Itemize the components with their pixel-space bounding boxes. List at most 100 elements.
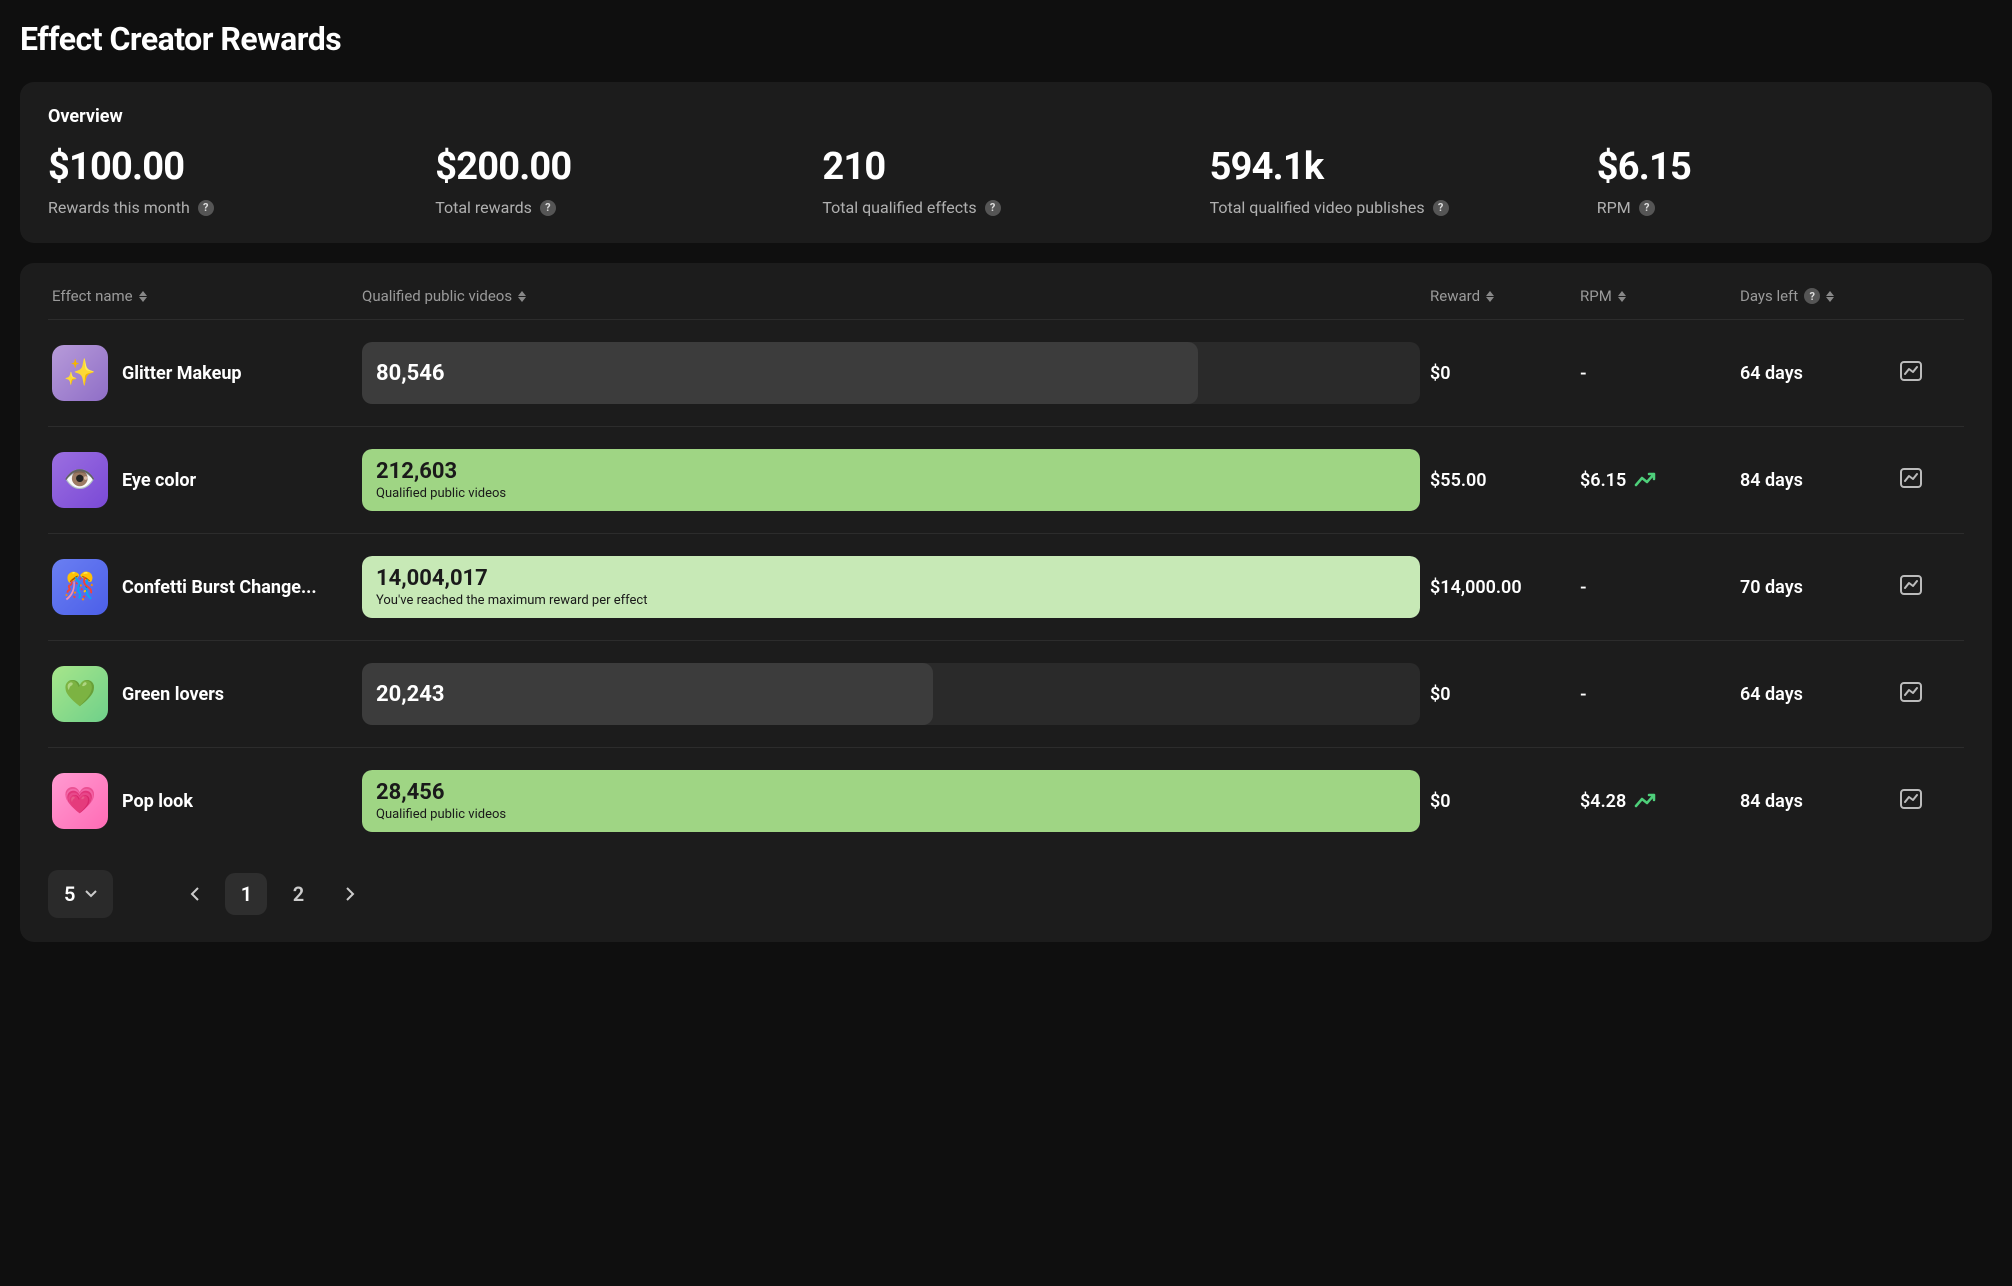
overview-stat: $6.15 RPM ? xyxy=(1597,145,1964,219)
effect-thumbnail: 💚 xyxy=(52,666,108,722)
table-row: 🎊 Confetti Burst Change... 14,004,017 Yo… xyxy=(48,534,1964,641)
stat-value: 210 xyxy=(822,145,1189,189)
help-icon[interactable]: ? xyxy=(1804,288,1820,304)
page-title: Effect Creator Rewards xyxy=(20,20,1992,58)
prev-page-button[interactable] xyxy=(173,873,215,915)
analytics-button[interactable] xyxy=(1900,361,1960,385)
effect-thumbnail: 💗 xyxy=(52,773,108,829)
chevron-left-icon xyxy=(190,887,199,901)
chart-icon xyxy=(1900,682,1922,702)
reward-value: $0 xyxy=(1430,684,1570,705)
table-row: ✨ Glitter Makeup 80,546 $0 - 64 days xyxy=(48,320,1964,427)
table-header: Effect name Qualified public videos Rewa… xyxy=(48,287,1964,320)
analytics-button[interactable] xyxy=(1900,468,1960,492)
videos-value: 14,004,017 xyxy=(376,566,1406,591)
effect-cell: ✨ Glitter Makeup xyxy=(52,345,352,401)
chart-icon xyxy=(1900,361,1922,381)
overview-stat: 594.1k Total qualified video publishes ? xyxy=(1210,145,1577,219)
sort-icon xyxy=(1826,291,1834,302)
next-page-button[interactable] xyxy=(329,873,371,915)
analytics-button[interactable] xyxy=(1900,789,1960,813)
page-size-value: 5 xyxy=(64,882,75,906)
rpm-value: $6.15 xyxy=(1580,470,1730,491)
page-number-button[interactable]: 1 xyxy=(225,873,267,915)
effects-table-card: Effect name Qualified public videos Rewa… xyxy=(20,263,1992,942)
videos-progress: 14,004,017 You've reached the maximum re… xyxy=(362,556,1420,618)
effect-name: Confetti Burst Change... xyxy=(122,577,317,598)
reward-value: $14,000.00 xyxy=(1430,577,1570,598)
effect-cell: 💚 Green lovers xyxy=(52,666,352,722)
effect-name: Pop look xyxy=(122,791,193,812)
trend-up-icon xyxy=(1634,793,1656,809)
sort-icon xyxy=(518,291,526,302)
videos-progress: 212,603 Qualified public videos xyxy=(362,449,1420,511)
table-row: 💚 Green lovers 20,243 $0 - 64 days xyxy=(48,641,1964,748)
effect-name: Green lovers xyxy=(122,684,224,705)
column-reward[interactable]: Reward xyxy=(1430,287,1570,305)
progress-subtext: Qualified public videos xyxy=(376,486,1406,501)
column-rpm[interactable]: RPM xyxy=(1580,287,1730,305)
effect-name: Eye color xyxy=(122,470,196,491)
chart-icon xyxy=(1900,575,1922,595)
videos-value: 80,546 xyxy=(376,361,1406,386)
videos-value: 20,243 xyxy=(376,682,1406,707)
page-number-button[interactable]: 2 xyxy=(277,873,319,915)
days-left-value: 70 days xyxy=(1740,577,1890,598)
rpm-value: $4.28 xyxy=(1580,791,1730,812)
overview-stat: 210 Total qualified effects ? xyxy=(822,145,1189,219)
page-size-select[interactable]: 5 xyxy=(48,870,113,918)
pagination: 5 12 xyxy=(48,870,1964,918)
stat-value: $6.15 xyxy=(1597,145,1964,189)
days-left-value: 64 days xyxy=(1740,363,1890,384)
column-label: RPM xyxy=(1580,287,1612,305)
overview-stat: $200.00 Total rewards ? xyxy=(435,145,802,219)
overview-stat: $100.00 Rewards this month ? xyxy=(48,145,415,219)
analytics-button[interactable] xyxy=(1900,682,1960,706)
column-days-left[interactable]: Days left ? xyxy=(1740,287,1890,305)
stat-value: $100.00 xyxy=(48,145,415,189)
column-label: Days left xyxy=(1740,287,1798,305)
rpm-value: - xyxy=(1580,363,1730,384)
days-left-value: 84 days xyxy=(1740,470,1890,491)
table-row: 👁️ Eye color 212,603 Qualified public vi… xyxy=(48,427,1964,534)
stat-value: 594.1k xyxy=(1210,145,1577,189)
videos-value: 28,456 xyxy=(376,780,1406,805)
stat-label: RPM ? xyxy=(1597,197,1964,219)
sort-icon xyxy=(1618,291,1626,302)
effect-cell: 💗 Pop look xyxy=(52,773,352,829)
reward-value: $55.00 xyxy=(1430,470,1570,491)
overview-title: Overview xyxy=(48,106,1964,127)
analytics-button[interactable] xyxy=(1900,575,1960,599)
chart-icon xyxy=(1900,468,1922,488)
effect-thumbnail: 👁️ xyxy=(52,452,108,508)
days-left-value: 64 days xyxy=(1740,684,1890,705)
sort-icon xyxy=(139,291,147,302)
help-icon[interactable]: ? xyxy=(1639,200,1655,216)
help-icon[interactable]: ? xyxy=(1433,200,1449,216)
progress-subtext: Qualified public videos xyxy=(376,807,1406,822)
rpm-value: - xyxy=(1580,577,1730,598)
stat-label: Total qualified video publishes ? xyxy=(1210,197,1577,219)
effect-thumbnail: ✨ xyxy=(52,345,108,401)
help-icon[interactable]: ? xyxy=(540,200,556,216)
column-label: Qualified public videos xyxy=(362,287,512,305)
chevron-down-icon xyxy=(85,890,97,898)
effect-thumbnail: 🎊 xyxy=(52,559,108,615)
column-label: Reward xyxy=(1430,287,1480,305)
column-qualified-videos[interactable]: Qualified public videos xyxy=(362,287,1420,305)
chart-icon xyxy=(1900,789,1922,809)
videos-progress: 80,546 xyxy=(362,342,1420,404)
help-icon[interactable]: ? xyxy=(985,200,1001,216)
trend-up-icon xyxy=(1634,472,1656,488)
effect-cell: 👁️ Eye color xyxy=(52,452,352,508)
stat-label: Total rewards ? xyxy=(435,197,802,219)
effect-name: Glitter Makeup xyxy=(122,363,242,384)
column-label: Effect name xyxy=(52,287,133,305)
overview-card: Overview $100.00 Rewards this month ? $2… xyxy=(20,82,1992,243)
rpm-value: - xyxy=(1580,684,1730,705)
reward-value: $0 xyxy=(1430,791,1570,812)
column-effect-name[interactable]: Effect name xyxy=(52,287,352,305)
help-icon[interactable]: ? xyxy=(198,200,214,216)
effect-cell: 🎊 Confetti Burst Change... xyxy=(52,559,352,615)
days-left-value: 84 days xyxy=(1740,791,1890,812)
